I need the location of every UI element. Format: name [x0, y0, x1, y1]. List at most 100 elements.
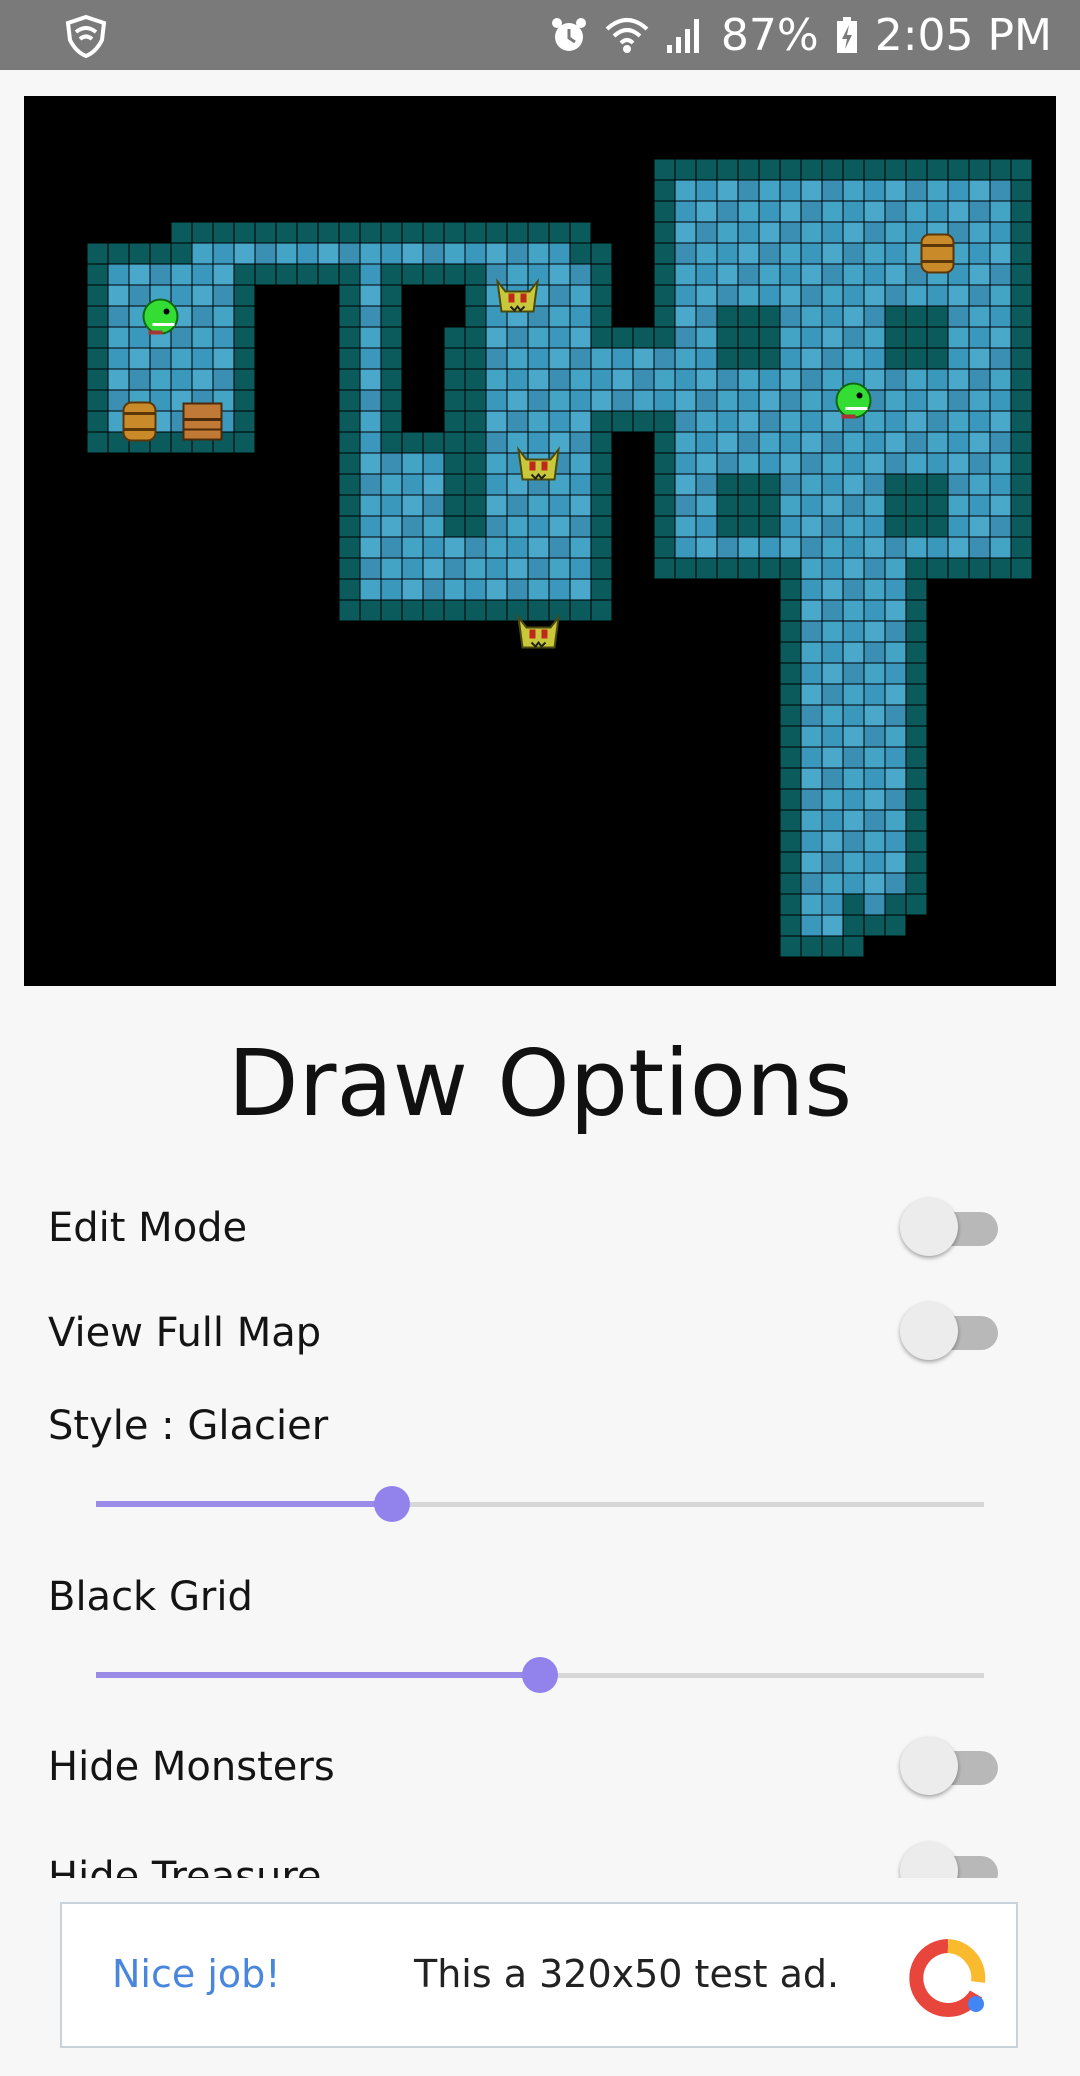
floor-tile [884, 830, 907, 853]
floor-tile [128, 368, 151, 391]
floor-tile [863, 557, 886, 580]
hide-treasure-toggle[interactable] [900, 1842, 1000, 1878]
floor-tile [779, 305, 802, 328]
ad-banner[interactable]: Nice job! This a 320x50 test ad. [60, 1902, 1018, 2048]
floor-tile [800, 767, 823, 790]
floor-tile [947, 179, 970, 202]
floor-tile [359, 515, 382, 538]
floor-tile [926, 536, 949, 559]
floor-tile [884, 431, 907, 454]
wall-tile [464, 389, 487, 412]
floor-tile [569, 494, 592, 517]
floor-tile [296, 242, 319, 265]
wall-tile [380, 263, 403, 286]
wall-tile [737, 158, 760, 181]
wall-tile [905, 893, 928, 916]
floor-tile [737, 410, 760, 433]
floor-tile [821, 725, 844, 748]
dungeon-map[interactable] [24, 96, 1056, 986]
hide-monsters-toggle[interactable] [900, 1737, 1000, 1797]
floor-tile [359, 431, 382, 454]
hide-monsters-label: Hide Monsters [48, 1744, 335, 1790]
slider-thumb[interactable] [373, 1486, 410, 1522]
wall-tile [464, 431, 487, 454]
floor-tile [107, 284, 130, 307]
floor-tile [842, 830, 865, 853]
floor-tile [737, 431, 760, 454]
floor-tile [464, 242, 487, 265]
floor-tile [905, 200, 928, 223]
floor-tile [821, 620, 844, 643]
floor-tile [863, 809, 886, 832]
floor-tile [821, 473, 844, 496]
floor-tile [989, 389, 1012, 412]
wall-tile [443, 494, 466, 517]
floor-tile [758, 431, 781, 454]
wall-tile [905, 725, 928, 748]
floor-tile [989, 431, 1012, 454]
floor-tile [359, 263, 382, 286]
floor-tile [905, 179, 928, 202]
wall-tile [653, 242, 676, 265]
floor-tile [359, 368, 382, 391]
wall-tile [842, 893, 865, 916]
wall-tile [905, 662, 928, 685]
floor-tile [863, 683, 886, 706]
wall-tile [380, 326, 403, 349]
floor-tile [968, 221, 991, 244]
floor-tile [863, 263, 886, 286]
wall-tile [653, 536, 676, 559]
wall-tile [632, 326, 655, 349]
floor-tile [842, 431, 865, 454]
floor-tile [779, 452, 802, 475]
floor-tile [968, 431, 991, 454]
view-full-map-toggle[interactable] [900, 1302, 1000, 1362]
wall-tile [527, 221, 550, 244]
floor-tile [485, 242, 508, 265]
wall-tile [569, 242, 592, 265]
wall-tile [527, 599, 550, 622]
wall-tile [716, 494, 739, 517]
floor-tile [422, 242, 445, 265]
floor-tile [863, 599, 886, 622]
wall-tile [1010, 494, 1033, 517]
floor-tile [653, 347, 676, 370]
floor-tile [737, 284, 760, 307]
floor-tile [359, 242, 382, 265]
wall-tile [590, 305, 613, 328]
floor-tile [905, 368, 928, 391]
wall-tile [338, 305, 361, 328]
wall-tile [653, 221, 676, 244]
floor-tile [527, 389, 550, 412]
floor-tile [506, 578, 529, 601]
floor-tile [359, 305, 382, 328]
wall-tile [107, 242, 130, 265]
floor-tile [821, 263, 844, 286]
wall-tile [716, 557, 739, 580]
floor-tile [653, 389, 676, 412]
floor-tile [842, 452, 865, 475]
floor-tile [170, 284, 193, 307]
floor-tile [926, 284, 949, 307]
floor-tile [506, 389, 529, 412]
floor-tile [758, 368, 781, 391]
floor-tile [359, 347, 382, 370]
grid-slider[interactable] [96, 1655, 984, 1695]
slider-thumb[interactable] [522, 1657, 558, 1693]
wall-tile [884, 158, 907, 181]
edit-mode-toggle[interactable] [900, 1198, 1000, 1258]
wall-tile [338, 599, 361, 622]
wall-tile [737, 347, 760, 370]
floor-tile [842, 284, 865, 307]
floor-tile [527, 368, 550, 391]
floor-tile [863, 662, 886, 685]
floor-tile [968, 284, 991, 307]
style-slider[interactable] [96, 1484, 984, 1524]
wall-tile [86, 410, 109, 433]
floor-tile [800, 620, 823, 643]
floor-tile [968, 452, 991, 475]
wall-tile [86, 326, 109, 349]
floor-tile [968, 242, 991, 265]
battery-percent: 87% [720, 9, 819, 61]
ad-headline: Nice job! [112, 1952, 281, 1996]
